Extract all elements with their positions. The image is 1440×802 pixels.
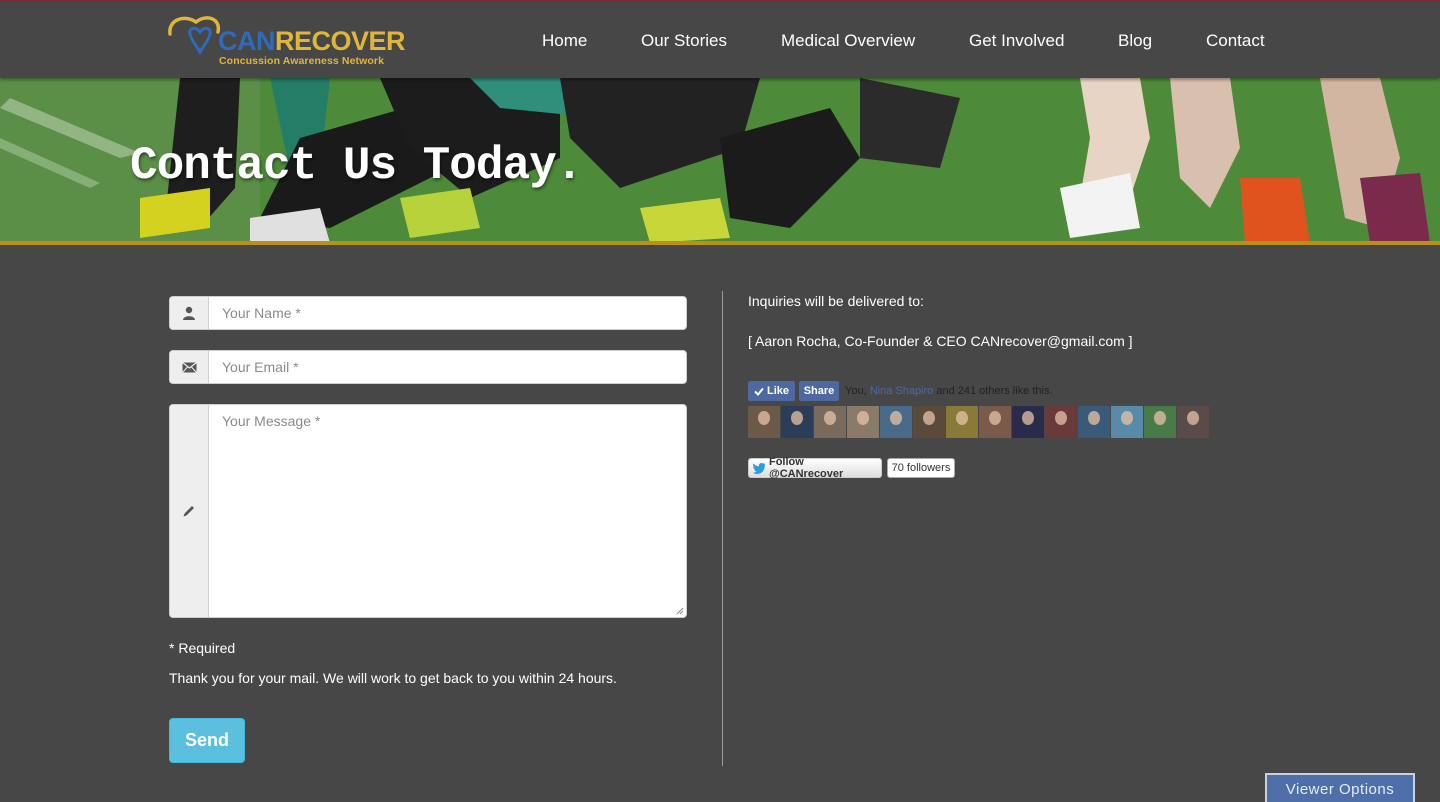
friend-avatar[interactable]: [1144, 406, 1176, 438]
friend-avatar[interactable]: [946, 406, 978, 438]
friend-avatar[interactable]: [1012, 406, 1044, 438]
user-icon: [183, 306, 195, 320]
checkmark-icon: [754, 387, 764, 396]
viewer-options-button[interactable]: Viewer Options: [1265, 773, 1415, 802]
facebook-like-button[interactable]: Like: [748, 381, 795, 401]
page-title: Contact Us Today.: [130, 140, 583, 192]
twitter-follower-count[interactable]: 70 followers: [887, 458, 955, 478]
logo-can-text: CAN: [218, 26, 276, 56]
message-placeholder: Your Message *: [222, 413, 321, 429]
friend-avatar[interactable]: [979, 406, 1011, 438]
logo-wordmark: CANRECOVER: [218, 26, 406, 57]
facebook-like-text: You, Nina Shapiro and 241 others like th…: [845, 385, 1053, 397]
twitter-follow-label: Follow @CANrecover: [768, 456, 844, 480]
pencil-icon: [183, 506, 194, 517]
nav-medical-overview[interactable]: Medical Overview: [781, 31, 915, 51]
nav-our-stories[interactable]: Our Stories: [641, 31, 727, 51]
twitter-bird-icon: [753, 462, 766, 474]
email-addon: [170, 351, 209, 383]
email-placeholder: Your Email *: [222, 359, 299, 375]
required-note: * Required: [169, 640, 236, 656]
friend-avatar[interactable]: [1177, 406, 1209, 438]
friend-avatar[interactable]: [814, 406, 846, 438]
send-button[interactable]: Send: [169, 718, 245, 763]
name-placeholder: Your Name *: [222, 305, 301, 321]
nav-blog[interactable]: Blog: [1118, 31, 1152, 51]
resize-handle-icon[interactable]: [676, 607, 684, 615]
friend-avatar[interactable]: [748, 406, 780, 438]
facebook-text-prefix: You,: [845, 385, 870, 397]
heart-logo-icon: [168, 16, 221, 56]
friend-avatar[interactable]: [847, 406, 879, 438]
email-field[interactable]: Your Email *: [169, 350, 687, 384]
facebook-share-button[interactable]: Share: [799, 381, 839, 401]
friend-avatar[interactable]: [913, 406, 945, 438]
message-addon: [170, 405, 209, 617]
friend-avatar[interactable]: [781, 406, 813, 438]
hero-banner: Contact Us Today.: [0, 78, 1440, 243]
name-addon: [170, 297, 209, 329]
hero-border: [0, 241, 1440, 245]
thanks-note: Thank you for your mail. We will work to…: [169, 670, 617, 686]
friend-avatar[interactable]: [880, 406, 912, 438]
logo-recover-text: RECOVER: [275, 26, 406, 56]
facebook-friend-link[interactable]: Nina Shapiro: [870, 385, 934, 397]
inquiries-label: Inquiries will be delivered to:: [748, 293, 924, 309]
nav-get-involved[interactable]: Get Involved: [969, 31, 1064, 51]
friend-avatar[interactable]: [1078, 406, 1110, 438]
facebook-like-label: Like: [766, 385, 789, 397]
name-field[interactable]: Your Name *: [169, 296, 687, 330]
nav-contact[interactable]: Contact: [1206, 31, 1265, 51]
contact-info: [ Aaron Rocha, Co-Founder & CEO CANrecov…: [748, 333, 1133, 349]
twitter-follow-button[interactable]: Follow @CANrecover: [748, 456, 882, 480]
friend-avatar[interactable]: [1111, 406, 1143, 438]
logo-tagline: Concussion Awareness Network: [219, 55, 385, 67]
friend-avatar[interactable]: [1045, 406, 1077, 438]
column-divider: [722, 291, 723, 766]
site-logo[interactable]: CANRECOVER Concussion Awareness Network: [166, 12, 406, 70]
message-field[interactable]: Your Message *: [169, 404, 687, 618]
facebook-friend-faces: [748, 406, 1210, 438]
site-header: CANRECOVER Concussion Awareness Network …: [0, 2, 1440, 78]
nav-home[interactable]: Home: [542, 31, 587, 51]
envelope-icon: [181, 361, 197, 373]
facebook-text-suffix: and 241 others like this.: [933, 385, 1053, 397]
